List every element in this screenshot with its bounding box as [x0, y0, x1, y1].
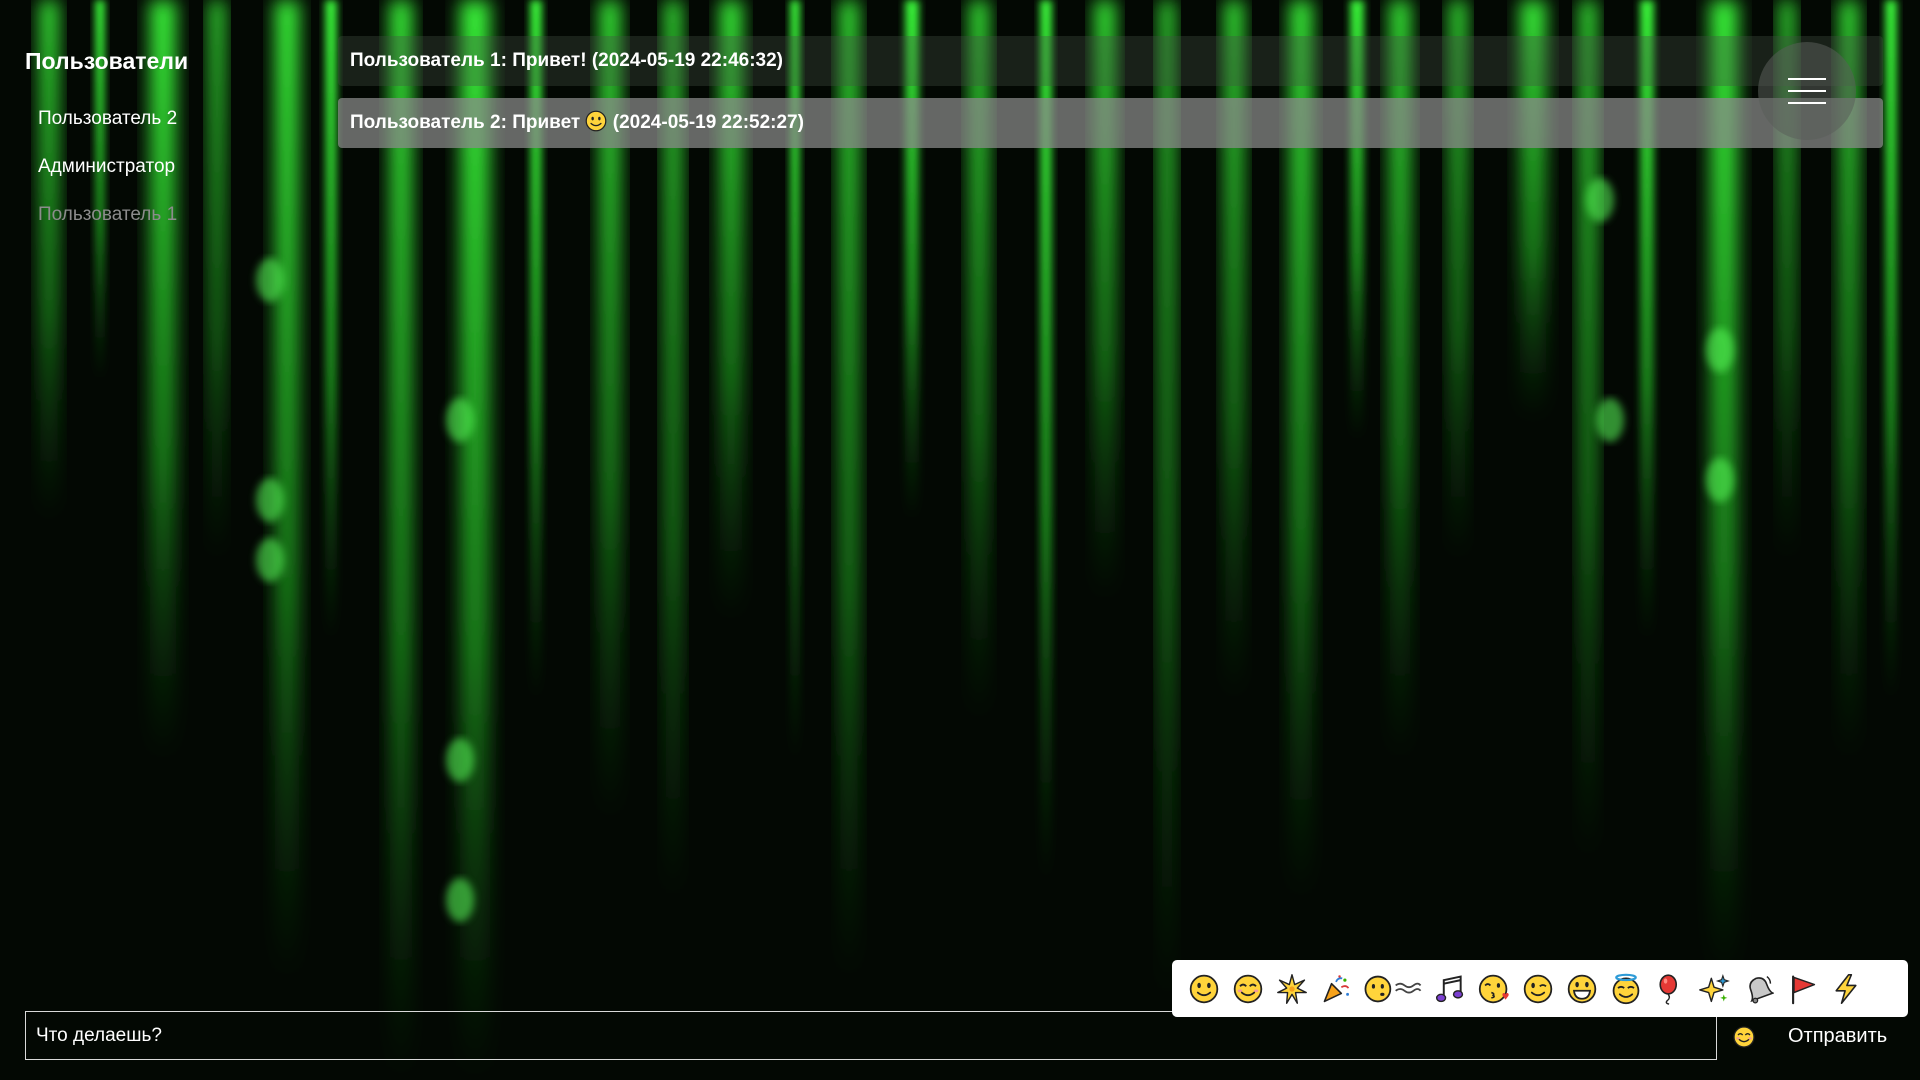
bell-icon — [1749, 975, 1774, 1003]
balloon-icon — [1659, 973, 1678, 1005]
message-list: Пользователь 1: Привет! (2024-05-19 22:4… — [338, 36, 1883, 160]
emoji-triangular-flag[interactable] — [1780, 967, 1824, 1011]
emoji-grinning-face[interactable] — [1560, 967, 1604, 1011]
message-text: Привет — [512, 112, 581, 133]
message-timestamp: (2024-05-19 22:52:27) — [612, 112, 804, 133]
user-list: Пользователь 2 Администратор Пользовател… — [25, 107, 305, 227]
user-item-admin[interactable]: Администратор — [38, 155, 305, 179]
emoji-balloon[interactable] — [1648, 967, 1692, 1011]
message-input[interactable] — [25, 1011, 1717, 1060]
sidebar-title: Пользователи — [25, 48, 189, 74]
emoji-sparkles[interactable] — [1692, 967, 1736, 1011]
slightly-smiling-face-icon — [586, 110, 607, 132]
emoji-face-exhaling[interactable] — [1358, 967, 1428, 1011]
send-button[interactable]: Отправить — [1778, 1018, 1898, 1054]
emoji-picker — [1172, 960, 1908, 1017]
chat-message: Пользователь 2: Привет (2024-05-19 22:52… — [338, 98, 1883, 148]
chat-message: Пользователь 1: Привет! (2024-05-19 22:4… — [338, 36, 1883, 86]
emoji-party-popper[interactable] — [1314, 967, 1358, 1011]
emoji-picker-toggle[interactable] — [1732, 1025, 1756, 1049]
face-exhaling-icon — [1364, 975, 1422, 1002]
triangular-flag-icon — [1792, 974, 1816, 1004]
smiling-face-with-smiling-eyes-icon — [1233, 974, 1263, 1003]
party-popper-icon — [1323, 974, 1350, 1002]
sparkles-icon — [1699, 973, 1730, 1002]
emoji-musical-notes[interactable] — [1428, 967, 1472, 1011]
emoji-slightly-smiling-face[interactable] — [1182, 967, 1226, 1011]
message-author: Пользователь 2 — [350, 112, 501, 133]
emoji-bell[interactable] — [1736, 967, 1780, 1011]
message-timestamp: (2024-05-19 22:46:32) — [591, 50, 783, 71]
emoji-smiling-face-with-smiling-eyes[interactable] — [1226, 967, 1270, 1011]
emoji-smiling-face-with-halo[interactable] — [1604, 967, 1648, 1011]
musical-notes-icon — [1435, 974, 1464, 1002]
high-voltage-icon — [1835, 973, 1857, 1004]
emoji-winking-face[interactable] — [1516, 967, 1560, 1011]
sparkle-burst-icon — [1277, 973, 1307, 1004]
winking-face-icon — [1523, 974, 1553, 1003]
hamburger-menu-button[interactable] — [1758, 42, 1856, 140]
emoji-high-voltage[interactable] — [1824, 967, 1868, 1011]
user-item-user-2[interactable]: Пользователь 2 — [38, 107, 305, 131]
slightly-smiling-face-icon — [1189, 974, 1219, 1003]
emoji-sparkle-burst[interactable] — [1270, 967, 1314, 1011]
message-text: Привет! — [512, 50, 587, 71]
grinning-face-icon — [1567, 974, 1597, 1003]
users-sidebar: Пользователи Пользователь 2 Администрато… — [25, 45, 305, 251]
smiling-face-with-halo-icon — [1612, 973, 1640, 1004]
user-item-user-1[interactable]: Пользователь 1 — [38, 203, 305, 227]
message-author: Пользователь 1 — [350, 50, 501, 71]
face-blowing-kiss-icon — [1478, 974, 1509, 1003]
emoji-face-blowing-kiss[interactable] — [1472, 967, 1516, 1011]
smiling-face-icon — [1733, 1026, 1755, 1048]
